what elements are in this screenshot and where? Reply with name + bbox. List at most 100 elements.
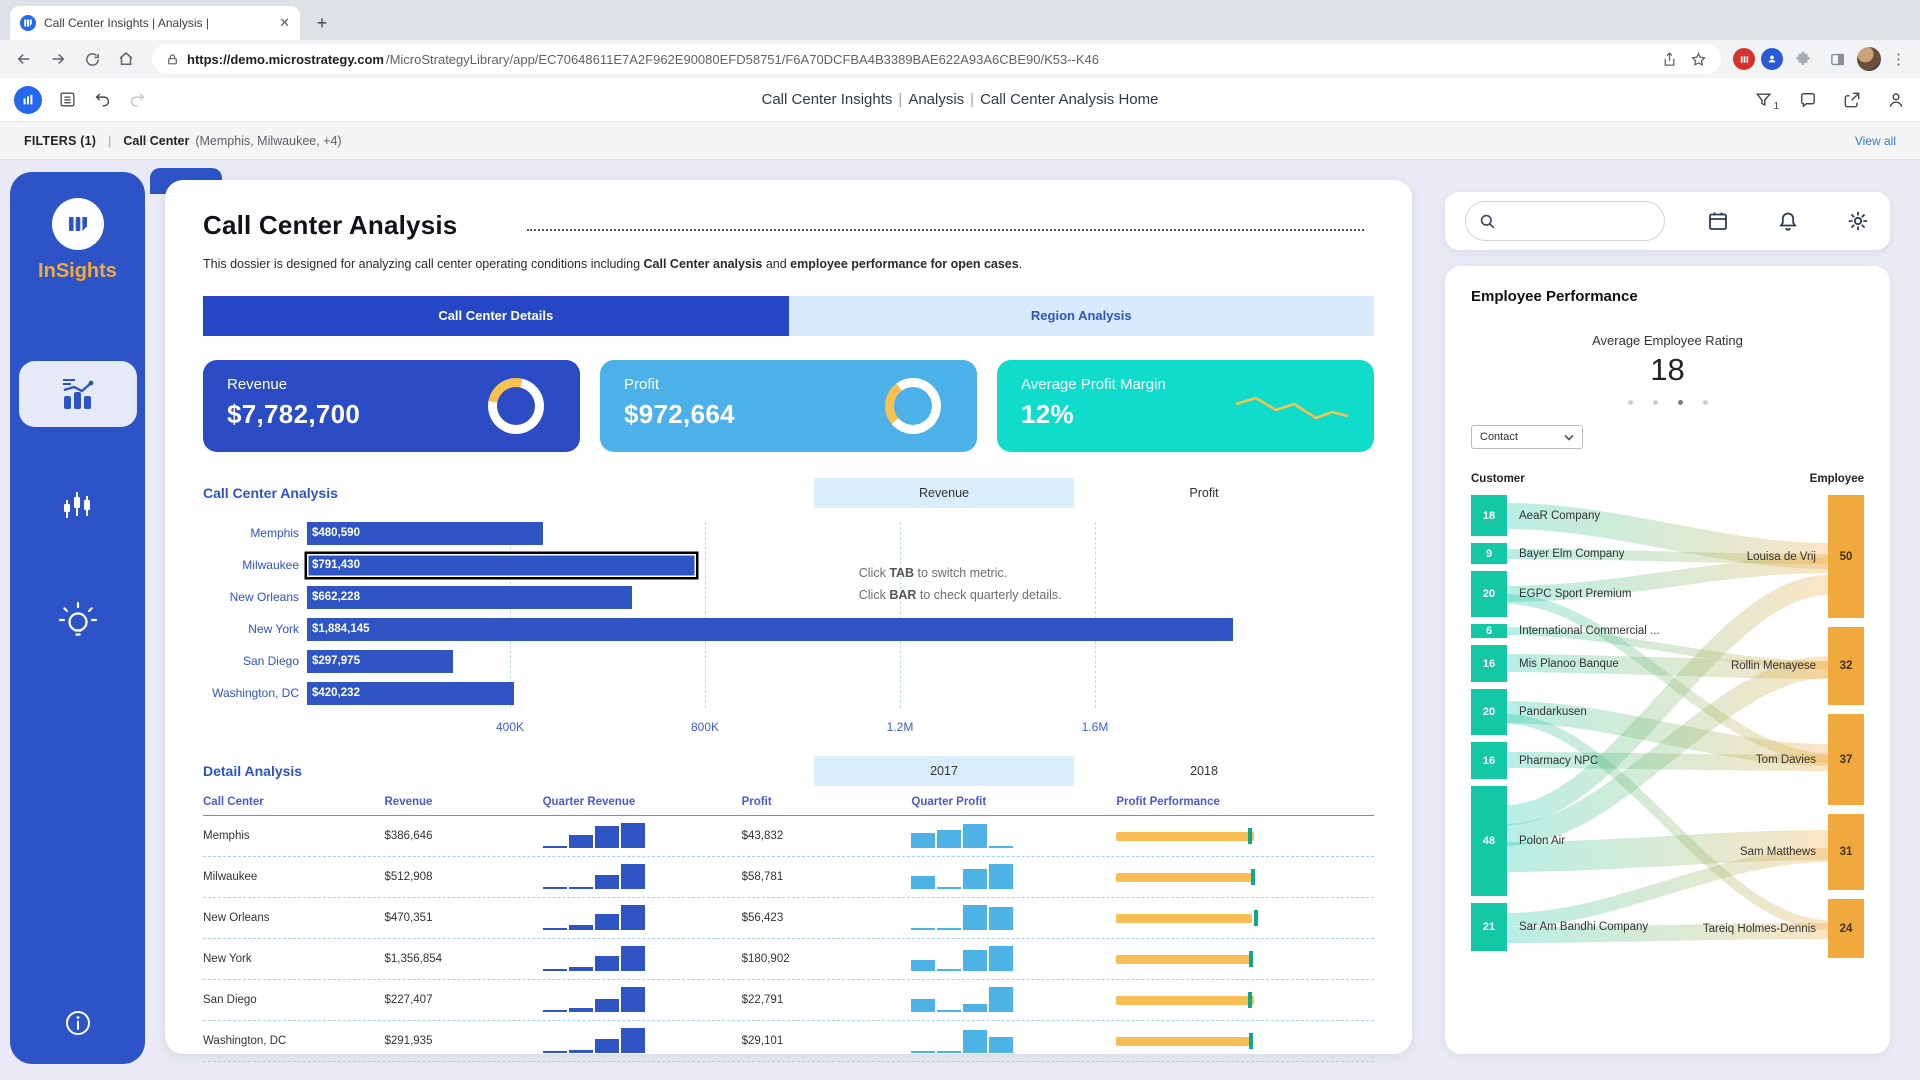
dossier-breadcrumb-title: Call Center Insights|Analysis|Call Cente… — [762, 91, 1159, 108]
filter-name: Call Center — [123, 134, 189, 148]
filter-panel-icon[interactable]: 1 — [1754, 90, 1774, 110]
sankey-customer-node[interactable]: 16 — [1471, 645, 1507, 682]
cell-profit: $22,791 — [742, 994, 912, 1006]
margin-sparkline-icon — [1232, 394, 1352, 436]
reload-icon[interactable] — [78, 45, 106, 73]
bar[interactable]: $480,590 — [307, 522, 543, 545]
sidebar-info-button[interactable] — [63, 1008, 93, 1038]
sankey-employee-node[interactable]: 37 — [1828, 714, 1864, 805]
extension-blue-icon[interactable] — [1761, 48, 1783, 70]
account-icon[interactable] — [1886, 90, 1906, 110]
tab-close-icon[interactable]: ✕ — [279, 15, 290, 31]
metric-tab-revenue[interactable]: Revenue — [814, 478, 1074, 508]
sankey-customer-node[interactable]: 18 — [1471, 495, 1507, 536]
bar-row: New York$1,884,145 — [203, 618, 1374, 641]
redo-icon[interactable] — [128, 90, 147, 109]
cell-call-center: New Orleans — [203, 912, 385, 924]
search-box[interactable] — [1465, 201, 1665, 241]
new-tab-button[interactable]: + — [308, 9, 336, 37]
kpi-card-profit[interactable]: Profit $972,664 — [600, 360, 977, 452]
toc-list-icon[interactable] — [58, 90, 77, 109]
sidebar-item-candlestick[interactable] — [19, 475, 137, 541]
back-icon[interactable] — [10, 45, 38, 73]
panel-title: Employee Performance — [1471, 288, 1864, 305]
sankey-employee-node[interactable]: 24 — [1828, 899, 1864, 958]
tab-call-center-details[interactable]: Call Center Details — [203, 296, 789, 336]
share-dossier-icon[interactable] — [1842, 90, 1862, 110]
notifications-bell-icon[interactable] — [1776, 209, 1800, 233]
dot-active[interactable] — [1678, 400, 1683, 405]
bar[interactable]: $1,884,145 — [307, 618, 1233, 641]
year-tab-2018[interactable]: 2018 — [1074, 756, 1334, 786]
cell-quarter-revenue — [543, 1027, 742, 1054]
dot[interactable] — [1703, 400, 1708, 405]
dossier-page-card: Call Center Analysis This dossier is des… — [165, 180, 1412, 1054]
kpi-label: Average Profit Margin — [1021, 376, 1350, 393]
sankey-employee-node[interactable]: 50 — [1828, 495, 1864, 618]
side-panel-icon[interactable] — [1823, 45, 1851, 73]
settings-gear-icon[interactable] — [1846, 209, 1870, 233]
tab-title: Call Center Insights | Analysis | — [44, 16, 271, 30]
dossier-content: InSights Ca — [0, 160, 1920, 1080]
sidebar-item-analysis[interactable] — [19, 361, 137, 427]
cell-quarter-profit — [911, 1027, 1116, 1054]
bar-selected[interactable]: $791,430 — [307, 554, 696, 577]
search-input[interactable] — [1505, 214, 1635, 229]
sankey-employee-node[interactable]: 31 — [1828, 814, 1864, 890]
cell-profit-performance — [1116, 992, 1374, 1008]
sankey-customer-node[interactable]: 6 — [1471, 624, 1507, 638]
table-body: Memphis$386,646$43,832Milwaukee$512,908$… — [203, 816, 1374, 1062]
filters-label[interactable]: FILTERS (1) — [24, 134, 96, 148]
bookmark-star-icon[interactable] — [1690, 51, 1707, 68]
share-page-icon[interactable] — [1661, 51, 1678, 68]
sankey-customer-node[interactable]: 9 — [1471, 543, 1507, 564]
profit-performance-bullet — [1116, 992, 1276, 1008]
sankey-node-label: Mis Planoo Banque — [1519, 658, 1619, 670]
quarter-profit-minichart — [911, 863, 1015, 890]
axis-tick: 800K — [691, 720, 719, 734]
lock-icon — [166, 53, 179, 66]
bar[interactable]: $420,232 — [307, 682, 514, 705]
cell-profit-performance — [1116, 910, 1374, 926]
kpi-card-revenue[interactable]: Revenue $7,782,700 — [203, 360, 580, 452]
library-home-logo-icon[interactable] — [14, 86, 42, 114]
sankey-node-label: EGPC Sport Premium — [1519, 588, 1631, 600]
browser-profile-avatar[interactable] — [1857, 47, 1881, 71]
sankey-employee-node[interactable]: 32 — [1828, 627, 1864, 705]
customer-employee-sankey: 18AeaR Company9Bayer Elm Company20EGPC S… — [1471, 495, 1864, 965]
sankey-customer-node[interactable]: 20 — [1471, 689, 1507, 735]
sankey-customer-node[interactable]: 48 — [1471, 786, 1507, 896]
cell-revenue: $291,935 — [385, 1035, 543, 1047]
filters-summary-bar: FILTERS (1) | Call Center (Memphis, Milw… — [0, 122, 1920, 160]
kpi-row: Revenue $7,782,700 Profit $972,664 Avera… — [203, 360, 1374, 452]
quarter-profit-minichart — [911, 822, 1015, 849]
calendar-icon[interactable] — [1706, 209, 1730, 233]
dot[interactable] — [1628, 400, 1633, 405]
bar-chart-title: Call Center Analysis — [203, 485, 338, 501]
extensions-puzzle-icon[interactable] — [1789, 45, 1817, 73]
sidebar-item-insights-bulb[interactable] — [19, 589, 137, 655]
extension-mstr-red-icon[interactable] — [1733, 48, 1755, 70]
bar[interactable]: $662,228 — [307, 586, 632, 609]
home-icon[interactable] — [112, 45, 140, 73]
sankey-customer-node[interactable]: 20 — [1471, 571, 1507, 617]
dot[interactable] — [1653, 400, 1658, 405]
bar-trend-chart-icon — [58, 376, 98, 412]
sankey-customer-node[interactable]: 21 — [1471, 903, 1507, 951]
browser-menu-icon[interactable]: ⋮ — [1887, 50, 1910, 68]
bar[interactable]: $297,975 — [307, 650, 453, 673]
info-icon — [63, 1008, 93, 1038]
undo-icon[interactable] — [93, 90, 112, 109]
view-all-link[interactable]: View all — [1855, 134, 1896, 148]
forward-icon[interactable] — [44, 45, 72, 73]
comments-icon[interactable] — [1798, 90, 1818, 110]
quarter-revenue-minichart — [543, 904, 647, 931]
metric-tab-profit[interactable]: Profit — [1074, 478, 1334, 508]
sankey-customer-node[interactable]: 16 — [1471, 742, 1507, 779]
contact-dropdown[interactable]: Contact — [1471, 425, 1583, 449]
browser-tab[interactable]: Call Center Insights | Analysis | ✕ — [10, 6, 300, 40]
year-tab-2017[interactable]: 2017 — [814, 756, 1074, 786]
tab-region-analysis[interactable]: Region Analysis — [789, 296, 1375, 336]
address-bar[interactable]: https://demo.microstrategy.com /MicroStr… — [152, 44, 1721, 74]
kpi-card-margin[interactable]: Average Profit Margin 12% — [997, 360, 1374, 452]
